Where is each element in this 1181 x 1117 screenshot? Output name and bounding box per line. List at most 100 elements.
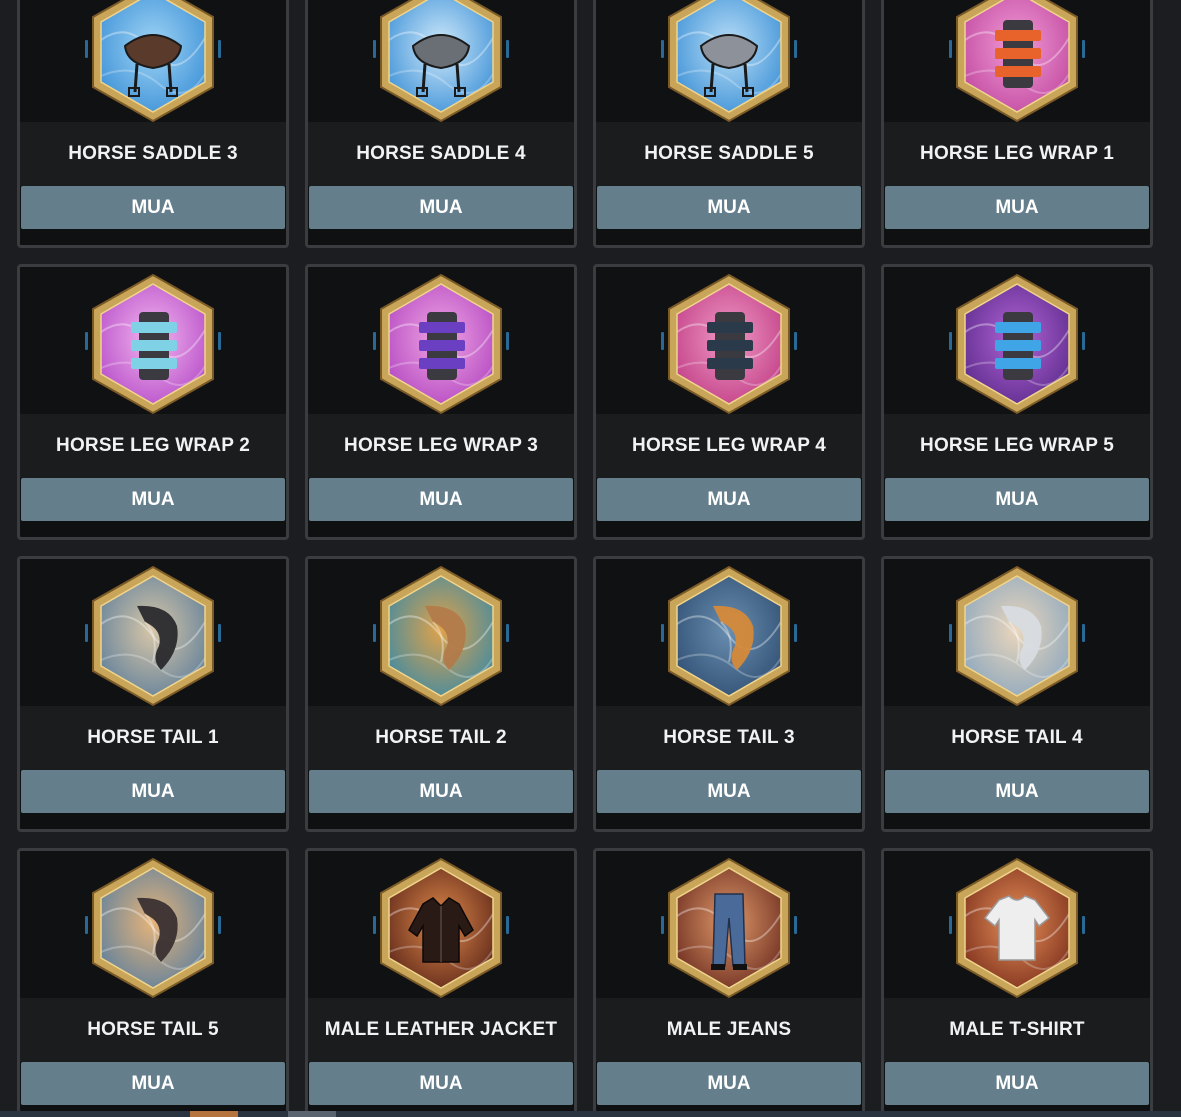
frame-tick-decoration [506,331,509,350]
horse-tail-icon [661,564,797,708]
frame-tick-decoration [661,623,664,642]
buy-button[interactable]: MUA [21,478,285,521]
horse-tail-icon [949,564,1085,708]
item-name: HORSE LEG WRAP 4 [632,435,826,456]
frame-tick-decoration [949,331,952,350]
item-image-area [596,0,862,122]
item-card: HORSE LEG WRAP 3 MUA [305,264,577,540]
frame-tick-decoration [1082,915,1085,934]
item-card: HORSE TAIL 3 MUA [593,556,865,832]
leg-wrap-icon [661,272,797,416]
item-card: HORSE LEG WRAP 2 MUA [17,264,289,540]
item-card: HORSE SADDLE 5 MUA [593,0,865,248]
frame-tick-decoration [85,331,88,350]
item-name-area: HORSE TAIL 2 [308,706,574,770]
item-image-area [308,559,574,706]
frame-tick-decoration [661,39,664,58]
item-name-area: HORSE SADDLE 4 [308,122,574,186]
leg-wrap-icon [949,0,1085,124]
item-name: MALE JEANS [666,1019,792,1040]
item-name-area: MALE LEATHER JACKET [308,998,574,1062]
item-card: MALE LEATHER JACKET MUA [305,848,577,1117]
buy-button[interactable]: MUA [597,478,861,521]
item-name-area: MALE T-SHIRT [884,998,1150,1062]
scrollbar-track[interactable] [1159,0,1181,1117]
frame-tick-decoration [218,915,221,934]
item-card: HORSE TAIL 1 MUA [17,556,289,832]
frame-tick-decoration [373,331,376,350]
buy-button[interactable]: MUA [885,186,1149,229]
horse-tail-icon [85,856,221,1000]
item-image-area [884,851,1150,998]
item-name: MALE T-SHIRT [949,1019,1085,1040]
buy-button[interactable]: MUA [597,770,861,813]
item-card: HORSE SADDLE 4 MUA [305,0,577,248]
item-image-area [20,851,286,998]
leg-wrap-icon [949,272,1085,416]
buy-button[interactable]: MUA [885,1062,1149,1105]
item-name: HORSE SADDLE 5 [644,143,814,164]
buy-button[interactable]: MUA [21,186,285,229]
buy-button[interactable]: MUA [597,186,861,229]
bottom-scroll-segment[interactable] [288,1111,336,1117]
frame-tick-decoration [949,915,952,934]
leg-wrap-icon [373,272,509,416]
buy-button[interactable]: MUA [597,1062,861,1105]
frame-tick-decoration [661,915,664,934]
item-name-area: MALE JEANS [596,998,862,1062]
shop-page: HORSE SADDLE 3 MUA HORSE SADDLE 4 MUA HORSE … [0,0,1181,1117]
item-image-area [20,267,286,414]
jeans-icon [661,856,797,1000]
frame-tick-decoration [1082,623,1085,642]
frame-tick-decoration [794,623,797,642]
buy-button[interactable]: MUA [21,770,285,813]
item-card: HORSE LEG WRAP 1 MUA [881,0,1153,248]
item-name-area: HORSE LEG WRAP 2 [20,414,286,478]
item-card: HORSE LEG WRAP 5 MUA [881,264,1153,540]
item-name: HORSE TAIL 2 [375,727,507,748]
buy-button[interactable]: MUA [309,1062,573,1105]
buy-button[interactable]: MUA [21,1062,285,1105]
frame-tick-decoration [85,623,88,642]
buy-button[interactable]: MUA [309,478,573,521]
item-grid: HORSE SADDLE 3 MUA HORSE SADDLE 4 MUA HORSE … [17,0,1157,1117]
item-image-area [596,267,862,414]
item-name: MALE LEATHER JACKET [324,1019,558,1040]
buy-button[interactable]: MUA [885,478,1149,521]
item-name-area: HORSE LEG WRAP 5 [884,414,1150,478]
frame-tick-decoration [794,39,797,58]
buy-button[interactable]: MUA [309,186,573,229]
frame-tick-decoration [506,39,509,58]
item-name-area: HORSE TAIL 4 [884,706,1150,770]
item-name-area: HORSE TAIL 5 [20,998,286,1062]
buy-button[interactable]: MUA [885,770,1149,813]
item-card: HORSE SADDLE 3 MUA [17,0,289,248]
item-card: HORSE TAIL 2 MUA [305,556,577,832]
bottom-scrollbar[interactable] [0,1111,1181,1117]
frame-tick-decoration [661,331,664,350]
item-name: HORSE TAIL 5 [87,1019,219,1040]
item-image-area [884,267,1150,414]
frame-tick-decoration [506,623,509,642]
bottom-scroll-segment[interactable] [190,1111,238,1117]
item-name: HORSE LEG WRAP 2 [56,435,250,456]
item-name: HORSE LEG WRAP 3 [344,435,538,456]
item-image-area [308,0,574,122]
item-image-area [596,559,862,706]
item-name-area: HORSE TAIL 3 [596,706,862,770]
item-image-area [884,559,1150,706]
item-name: HORSE TAIL 1 [87,727,219,748]
item-name-area: HORSE LEG WRAP 4 [596,414,862,478]
frame-tick-decoration [85,915,88,934]
frame-tick-decoration [218,39,221,58]
frame-tick-decoration [373,915,376,934]
frame-tick-decoration [949,39,952,58]
frame-tick-decoration [794,331,797,350]
saddle-icon [85,0,221,124]
item-name: HORSE TAIL 4 [951,727,1083,748]
item-card: MALE T-SHIRT MUA [881,848,1153,1117]
item-name: HORSE TAIL 3 [663,727,795,748]
item-card: HORSE LEG WRAP 4 MUA [593,264,865,540]
horse-tail-icon [85,564,221,708]
buy-button[interactable]: MUA [309,770,573,813]
